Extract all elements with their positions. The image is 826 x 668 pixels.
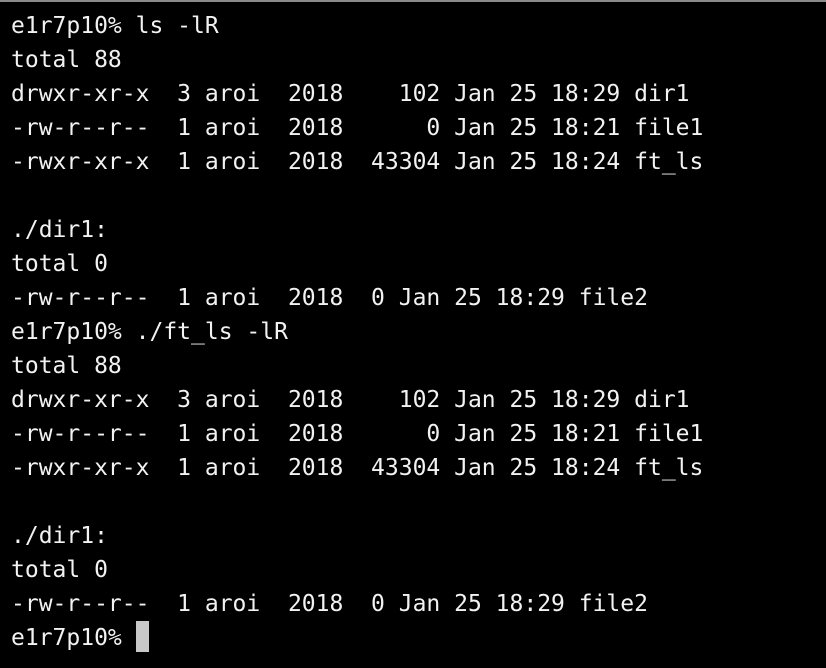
terminal-line: ./dir1:	[11, 523, 108, 549]
terminal-line: drwxr-xr-x 3 aroi 2018 102 Jan 25 18:29 …	[11, 81, 690, 107]
terminal-line: -rw-r--r-- 1 aroi 2018 0 Jan 25 18:29 fi…	[11, 285, 648, 311]
terminal-line: -rw-r--r-- 1 aroi 2018 0 Jan 25 18:29 fi…	[11, 591, 648, 617]
terminal-output: e1r7p10% ls -lR total 88 drwxr-xr-x 3 ar…	[11, 9, 703, 655]
terminal-line: total 0	[11, 557, 108, 583]
terminal-line: -rw-r--r-- 1 aroi 2018 0 Jan 25 18:21 fi…	[11, 421, 704, 447]
text-cursor	[135, 621, 149, 652]
prompt-line[interactable]: e1r7p10%	[11, 621, 703, 655]
terminal-line: ./dir1:	[11, 217, 108, 243]
terminal-line: e1r7p10% ls -lR	[11, 13, 219, 39]
terminal-line: -rwxr-xr-x 1 aroi 2018 43304 Jan 25 18:2…	[11, 455, 704, 481]
shell-prompt: e1r7p10%	[11, 625, 136, 651]
terminal-line: -rwxr-xr-x 1 aroi 2018 43304 Jan 25 18:2…	[11, 149, 704, 175]
terminal-line: total 88	[11, 353, 122, 379]
terminal-line: total 88	[11, 47, 122, 73]
terminal-line: e1r7p10% ./ft_ls -lR	[11, 319, 288, 345]
terminal-window[interactable]: e1r7p10% ls -lR total 88 drwxr-xr-x 3 ar…	[0, 0, 826, 668]
terminal-line: -rw-r--r-- 1 aroi 2018 0 Jan 25 18:21 fi…	[11, 115, 704, 141]
terminal-line: total 0	[11, 251, 108, 277]
terminal-line: drwxr-xr-x 3 aroi 2018 102 Jan 25 18:29 …	[11, 387, 690, 413]
